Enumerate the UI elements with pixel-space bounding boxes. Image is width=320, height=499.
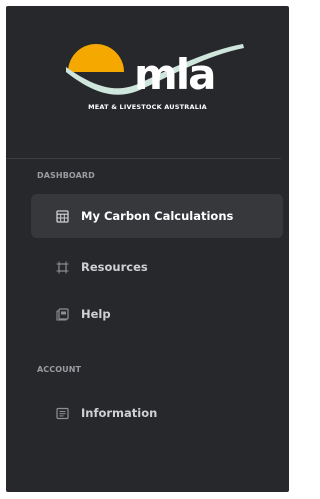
nav-item-help[interactable]: Help	[31, 292, 283, 336]
nav-item-my-carbon-calculations[interactable]: My Carbon Calculations	[31, 194, 283, 238]
section-label-dashboard: DASHBOARD	[37, 171, 95, 180]
nav-item-information[interactable]: Information	[31, 391, 283, 435]
nav-item-label: Help	[81, 307, 111, 321]
nav-item-resources[interactable]: Resources	[31, 245, 283, 289]
section-label-account: ACCOUNT	[37, 365, 82, 374]
logo-tagline: MEAT & LIVESTOCK AUSTRALIA	[88, 103, 207, 111]
divider	[6, 158, 281, 159]
resources-icon	[55, 260, 69, 274]
nav-item-label: Resources	[81, 260, 148, 274]
logo-wordmark: mla	[134, 50, 217, 99]
info-card-icon	[55, 406, 69, 420]
nav-item-label: My Carbon Calculations	[81, 209, 234, 223]
help-book-icon	[55, 307, 69, 321]
calculator-icon	[55, 209, 69, 223]
sidebar: mla MEAT & LIVESTOCK AUSTRALIA DASHBOARD…	[6, 6, 289, 492]
nav-item-label: Information	[81, 406, 158, 420]
